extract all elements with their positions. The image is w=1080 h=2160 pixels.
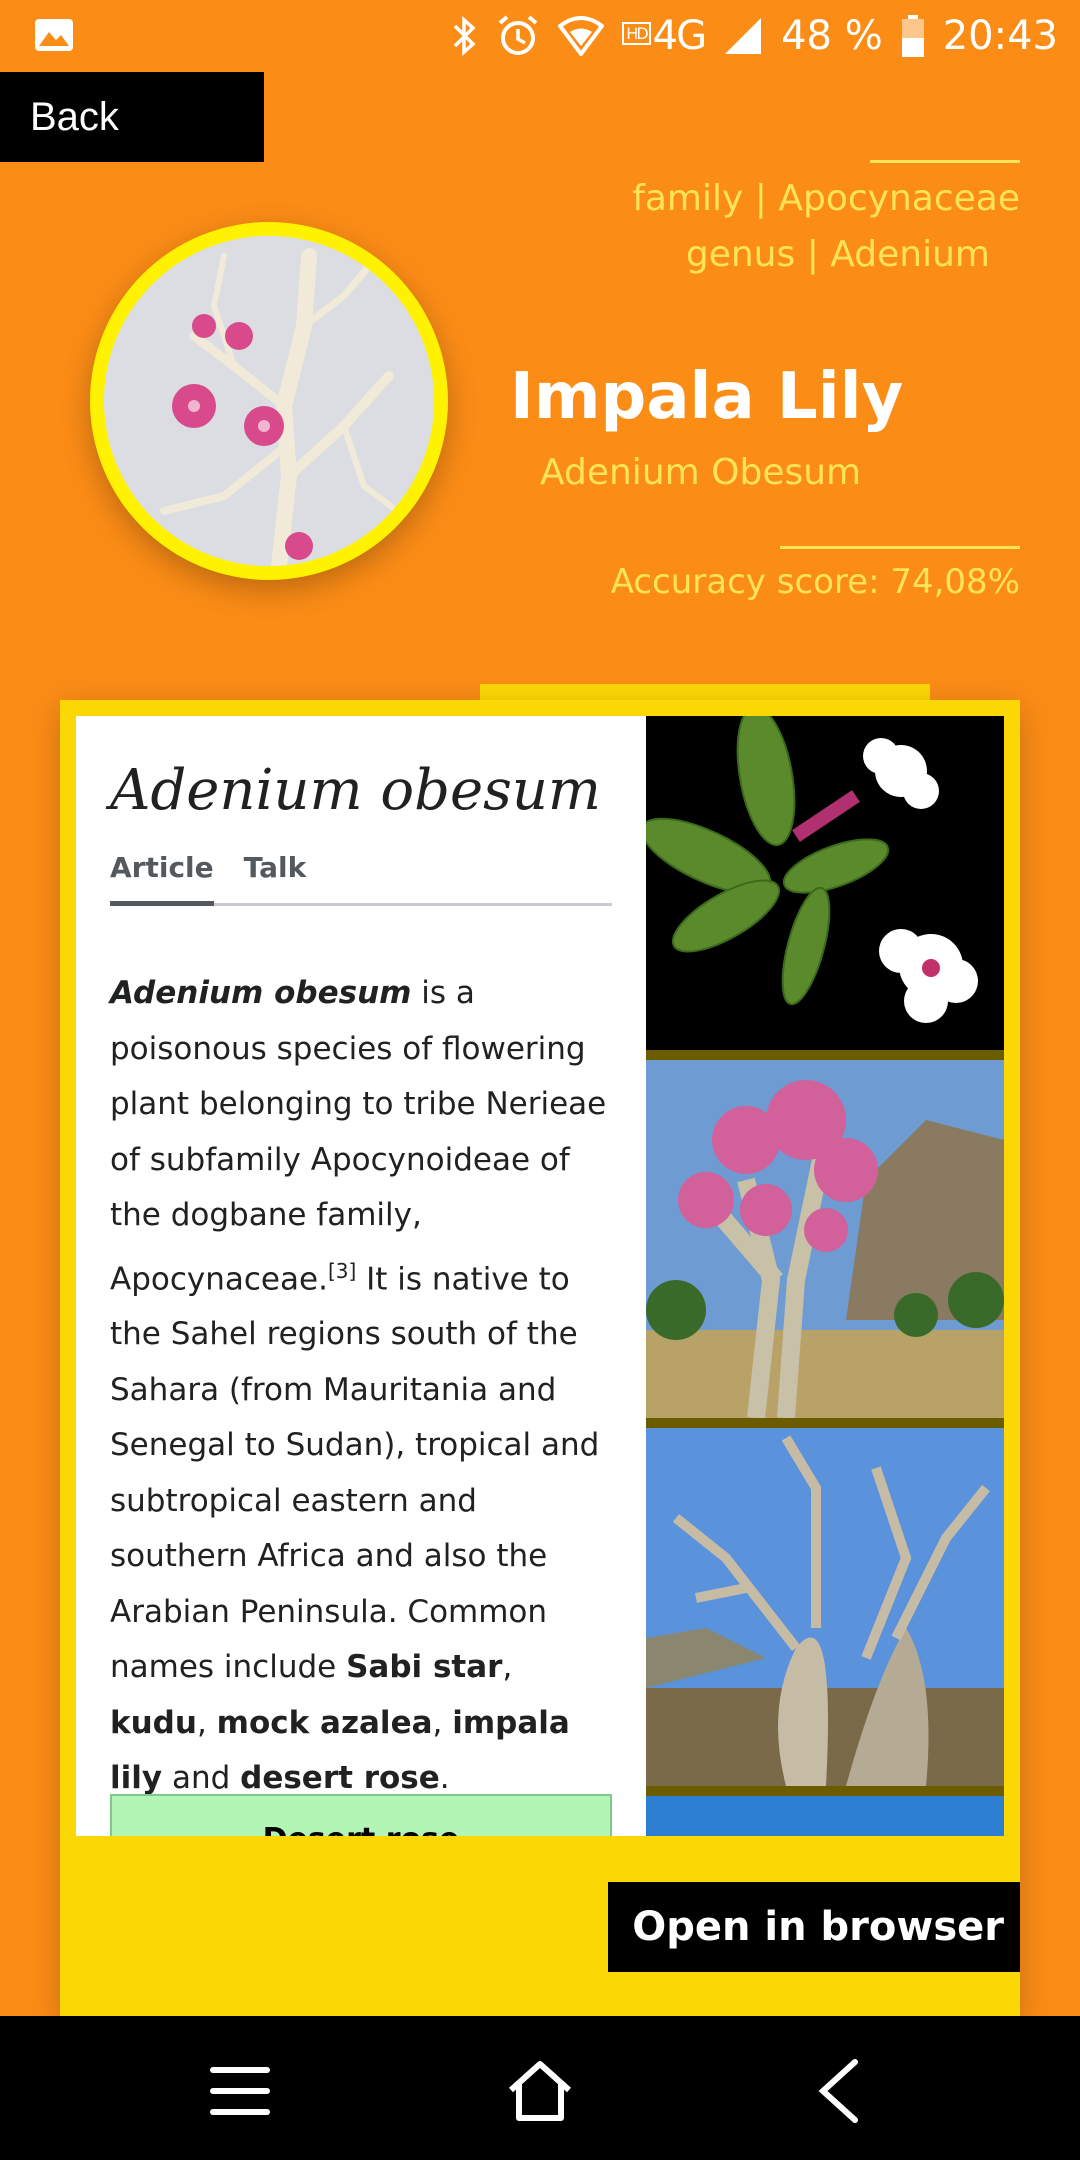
plant-scientific-name: Adenium Obesum bbox=[540, 452, 862, 493]
infobox-header: Desert rose bbox=[110, 1794, 612, 1836]
wiki-image-tree[interactable] bbox=[646, 1060, 1004, 1418]
wiki-webview[interactable]: Adenium obesum Article Talk Adenium obes… bbox=[76, 716, 1004, 1836]
genus-label: genus bbox=[685, 234, 796, 275]
wiki-image-partial[interactable] bbox=[646, 1796, 1004, 1836]
separator: | bbox=[806, 234, 819, 275]
sep: , bbox=[502, 1649, 513, 1686]
battery-icon bbox=[901, 15, 924, 57]
genus-value: Adenium bbox=[830, 234, 990, 275]
menu-icon[interactable] bbox=[205, 2056, 275, 2126]
lead-term: Adenium obesum bbox=[110, 975, 412, 1011]
common-name: kudu bbox=[110, 1704, 197, 1741]
wiki-tabs: Article Talk bbox=[110, 851, 612, 906]
gallery-separator bbox=[646, 1050, 1004, 1060]
open-in-browser-button[interactable]: Open in browser bbox=[608, 1882, 1020, 1972]
tab-article[interactable]: Article bbox=[110, 851, 214, 906]
wiki-image-trunk[interactable] bbox=[646, 1428, 1004, 1786]
wiki-image-flower[interactable] bbox=[646, 716, 1004, 1050]
family-line: family | Apocynaceae bbox=[632, 178, 1020, 219]
system-nav-bar bbox=[0, 2016, 1080, 2160]
gallery-separator bbox=[646, 1418, 1004, 1428]
battery-percent: 48 % bbox=[781, 13, 883, 59]
gallery-icon bbox=[35, 19, 73, 51]
plant-photo bbox=[104, 236, 434, 566]
wiki-card: Adenium obesum Article Talk Adenium obes… bbox=[60, 700, 1020, 2020]
sep: , bbox=[432, 1704, 453, 1741]
status-bar: HD 4G 48 % 20:43 bbox=[0, 0, 1080, 72]
bluetooth-icon bbox=[454, 16, 476, 56]
plant-photo-avatar bbox=[90, 222, 448, 580]
clock: 20:43 bbox=[942, 13, 1058, 59]
sep: , bbox=[196, 1704, 217, 1741]
network-type: 4G bbox=[652, 13, 707, 59]
wiki-title: Adenium obesum bbox=[110, 758, 601, 823]
alarm-icon bbox=[498, 15, 538, 55]
wiki-paragraph: Adenium obesum is a poisonous species of… bbox=[110, 966, 612, 1807]
para-text: is a poisonous species of flowering plan… bbox=[110, 975, 607, 1297]
family-value: Apocynaceae bbox=[778, 178, 1020, 219]
common-name: mock azalea bbox=[216, 1704, 433, 1741]
network-label: HD 4G bbox=[622, 13, 707, 59]
accuracy-score: Accuracy score: 74,08% bbox=[610, 562, 1020, 602]
hd-badge: HD bbox=[622, 22, 651, 45]
sep: and bbox=[162, 1760, 241, 1797]
sep: . bbox=[439, 1760, 450, 1797]
home-icon[interactable] bbox=[505, 2056, 575, 2126]
para-text: It is native to the Sahel regions south … bbox=[110, 1260, 600, 1686]
family-label: family bbox=[632, 178, 744, 219]
signal-icon bbox=[725, 18, 762, 54]
genus-line: genus | Adenium bbox=[686, 234, 990, 275]
wifi-icon bbox=[558, 16, 605, 56]
wiki-article: Adenium obesum Article Talk Adenium obes… bbox=[110, 716, 612, 1807]
divider-accuracy bbox=[780, 546, 1020, 549]
tab-talk[interactable]: Talk bbox=[244, 851, 307, 903]
common-name: Sabi star bbox=[346, 1649, 503, 1686]
reference-link[interactable]: [3] bbox=[328, 1259, 356, 1283]
plant-common-name: Impala Lily bbox=[510, 360, 904, 434]
gallery-separator bbox=[646, 1786, 1004, 1796]
back-arrow-icon[interactable] bbox=[805, 2056, 875, 2126]
divider-top bbox=[870, 160, 1020, 163]
common-name: desert rose bbox=[240, 1760, 440, 1797]
separator: | bbox=[754, 178, 767, 219]
back-button[interactable]: Back bbox=[0, 72, 264, 162]
